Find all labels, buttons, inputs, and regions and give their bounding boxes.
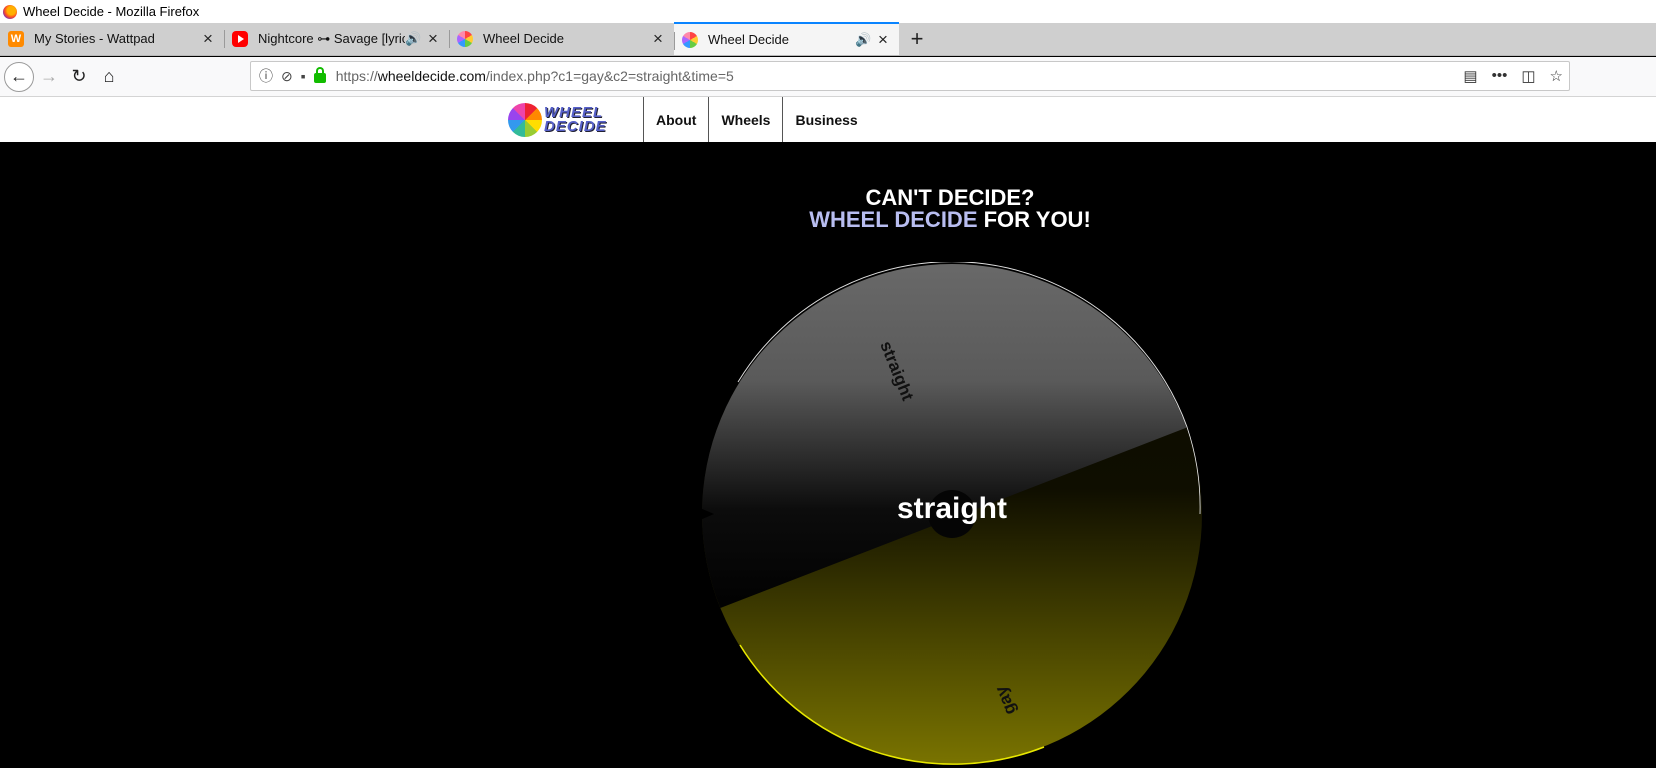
- home-button[interactable]: ⌂: [94, 62, 124, 92]
- site-logo[interactable]: WHEEL DECIDE: [508, 102, 643, 138]
- tab-youtube[interactable]: Nightcore ⊶ Savage [lyrics] 🔊 ×: [224, 22, 449, 55]
- close-icon[interactable]: ×: [650, 29, 666, 49]
- close-icon[interactable]: ×: [875, 30, 891, 50]
- tab-label: My Stories - Wattpad: [34, 31, 155, 46]
- site-nav: About Wheels Business: [643, 97, 870, 142]
- tab-label: Wheel Decide: [708, 32, 789, 47]
- wheeldecide-icon: [682, 31, 698, 48]
- main-content: CAN'T DECIDE? WHEEL DECIDE FOR YOU! stra…: [0, 142, 1656, 768]
- tab-strip: W My Stories - Wattpad × Nightcore ⊶ Sav…: [0, 22, 1656, 56]
- bookmark-star-icon[interactable]: ☆: [1550, 67, 1563, 85]
- firefox-icon: [3, 4, 17, 19]
- autoplay-blocked-icon[interactable]: ⊘: [281, 68, 293, 85]
- reader-view-icon[interactable]: ▤: [1463, 67, 1477, 85]
- close-icon[interactable]: ×: [425, 29, 441, 49]
- url-scheme: https://: [335, 68, 378, 84]
- permissions-icon[interactable]: ▪: [301, 68, 306, 84]
- window-titlebar: Wheel Decide - Mozilla Firefox: [0, 0, 1656, 23]
- logo-text: WHEEL DECIDE: [544, 104, 607, 135]
- site-header: WHEEL DECIDE About Wheels Business: [0, 97, 1656, 142]
- wheel-result: straight: [896, 492, 1007, 525]
- speaker-icon[interactable]: 🔊: [405, 31, 421, 47]
- navigation-toolbar: ← → ↻ ⌂ ⓘ ⊘ ▪ https://wheeldecide.com/in…: [0, 57, 1656, 97]
- reload-button[interactable]: ↻: [64, 62, 94, 92]
- tab-wheeldecide-active[interactable]: Wheel Decide 🔊 ×: [674, 22, 899, 55]
- lock-icon: [313, 67, 326, 83]
- nav-wheels[interactable]: Wheels: [708, 97, 782, 142]
- url-path: /index.php?c1=gay&c2=straight&time=5: [485, 68, 734, 84]
- headline-line2: WHEEL DECIDE FOR YOU!: [0, 207, 1656, 233]
- nav-about[interactable]: About: [643, 97, 708, 142]
- tab-label: Wheel Decide: [483, 31, 564, 46]
- close-icon[interactable]: ×: [200, 29, 216, 49]
- pocket-icon[interactable]: ◫: [1521, 67, 1535, 85]
- tab-label: Nightcore ⊶ Savage [lyrics]: [258, 30, 405, 46]
- page-actions-icon[interactable]: •••: [1492, 67, 1508, 85]
- url-host: wheeldecide.com: [377, 68, 486, 84]
- tab-wheeldecide-1[interactable]: Wheel Decide ×: [449, 22, 674, 55]
- headline-accent: WHEEL DECIDE: [809, 207, 978, 232]
- nav-business[interactable]: Business: [782, 97, 869, 142]
- wattpad-icon: W: [8, 30, 24, 47]
- speaker-icon[interactable]: 🔊: [855, 32, 871, 48]
- new-tab-button[interactable]: +: [899, 22, 935, 55]
- forward-button[interactable]: →: [34, 62, 64, 92]
- info-icon[interactable]: ⓘ: [259, 66, 273, 86]
- url-bar[interactable]: ⓘ ⊘ ▪ https://wheeldecide.com/index.php?…: [250, 61, 1570, 91]
- headline-rest: FOR YOU!: [977, 207, 1091, 232]
- youtube-icon: [232, 30, 248, 47]
- wheeldecide-icon: [457, 30, 473, 47]
- back-button[interactable]: ←: [4, 61, 34, 92]
- tab-wattpad[interactable]: W My Stories - Wattpad ×: [0, 22, 224, 55]
- logo-wheel-icon: [508, 103, 542, 137]
- window-title: Wheel Decide - Mozilla Firefox: [23, 4, 200, 19]
